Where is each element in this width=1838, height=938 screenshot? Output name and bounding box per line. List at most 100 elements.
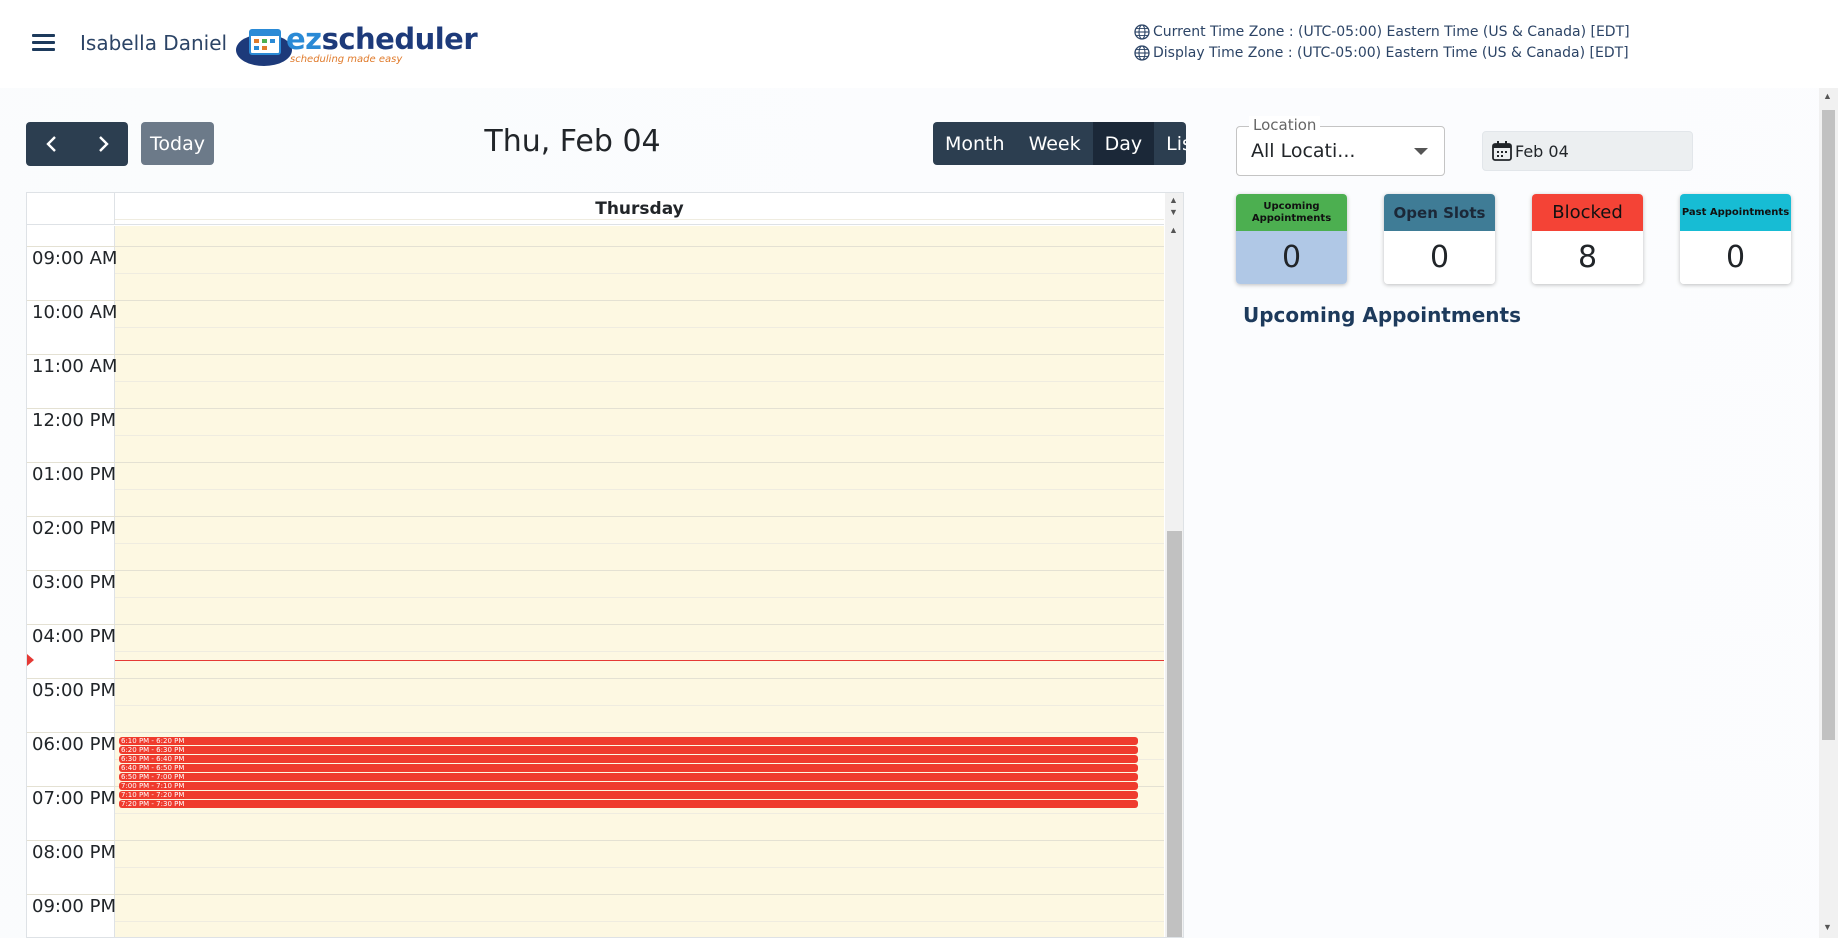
ezscheduler-logo[interactable]: ezscheduler scheduling made easy (234, 20, 478, 68)
half-hour-line (115, 651, 1164, 652)
half-hour-line (115, 867, 1164, 868)
menu-icon[interactable] (32, 34, 56, 54)
user-name: Isabella Daniel (80, 31, 228, 55)
view-week-button[interactable]: Week (1017, 122, 1093, 165)
hour-label: 02:00 PM (32, 518, 116, 539)
page-scroll-up-icon[interactable]: ▲ (1823, 91, 1832, 101)
display-timezone-text: Display Time Zone : (UTC-05:00) Eastern … (1153, 45, 1629, 61)
hour-label: 12:00 PM (32, 410, 116, 431)
upcoming-appointments-title: Upcoming Appointments (1243, 303, 1521, 327)
hour-label: 09:00 PM (32, 896, 116, 917)
half-hour-line (115, 435, 1164, 436)
hour-line (27, 570, 1164, 571)
half-hour-line (115, 381, 1164, 382)
calendar-scrollbar-thumb[interactable] (1167, 531, 1182, 937)
location-value: All Locati... (1251, 140, 1356, 162)
stat-upcoming-label: Upcoming Appointments (1236, 194, 1347, 231)
half-hour-line (115, 489, 1164, 490)
app-header: Isabella Daniel ezscheduler scheduling m… (0, 0, 1838, 88)
hour-line (27, 246, 1164, 247)
stat-past-value: 0 (1680, 231, 1791, 284)
blocked-event[interactable]: 7:20 PM - 7:30 PM (119, 800, 1138, 808)
half-hour-line (115, 543, 1164, 544)
day-column[interactable] (115, 226, 1164, 937)
view-day-button[interactable]: Day (1092, 122, 1155, 165)
blocked-event[interactable]: 6:20 PM - 6:30 PM (119, 746, 1138, 754)
blocked-event[interactable]: 6:30 PM - 6:40 PM (119, 755, 1138, 763)
scroll-up-arrow-icon[interactable]: ▲ (1169, 195, 1178, 205)
hour-line (27, 894, 1164, 895)
stat-open-slots-value: 0 (1384, 231, 1495, 284)
blocked-event[interactable]: 7:10 PM - 7:20 PM (119, 791, 1138, 799)
hour-label: 03:00 PM (32, 572, 116, 593)
calendar-header: Thursday (27, 193, 1164, 225)
today-button[interactable]: Today (141, 122, 214, 165)
view-month-button[interactable]: Month (933, 122, 1017, 165)
hour-line (27, 624, 1164, 625)
logo-prefix: ez (286, 22, 322, 56)
blocked-event[interactable]: 6:50 PM - 7:00 PM (119, 773, 1138, 781)
half-hour-line (115, 219, 1164, 220)
caret-down-icon (1414, 148, 1428, 155)
hour-line (27, 840, 1164, 841)
hour-line (27, 516, 1164, 517)
chevron-left-icon (45, 136, 56, 152)
blocked-event[interactable]: 6:10 PM - 6:20 PM (119, 737, 1138, 745)
current-time-line (115, 660, 1164, 661)
half-hour-line (115, 273, 1164, 274)
location-label: Location (1249, 116, 1321, 134)
stat-open-slots-label: Open Slots (1384, 194, 1495, 231)
blocked-event[interactable]: 6:40 PM - 6:50 PM (119, 764, 1138, 772)
page-scrollbar-thumb[interactable] (1822, 110, 1835, 740)
hour-label: 04:00 PM (32, 626, 116, 647)
blocked-event[interactable]: 7:00 PM - 7:10 PM (119, 782, 1138, 790)
calendar-date-title: Thu, Feb 04 (484, 124, 661, 159)
current-timezone: Current Time Zone : (UTC-05:00) Eastern … (1134, 24, 1630, 40)
stat-card-past[interactable]: Past Appointments 0 (1680, 194, 1791, 284)
view-switcher: Month Week Day List (933, 122, 1186, 165)
half-hour-line (115, 813, 1164, 814)
globe-icon (1134, 24, 1150, 40)
calendar-icon (1492, 141, 1512, 161)
current-time-arrow-icon (27, 654, 34, 666)
calendar-body[interactable]: 09:00 AM 10:00 AM 11:00 AM 12:00 PM 01:00 PM… (27, 219, 1164, 937)
scroll-down-arrow-icon[interactable]: ▼ (1169, 207, 1178, 217)
current-timezone-text: Current Time Zone : (UTC-05:00) Eastern … (1153, 24, 1630, 40)
hour-line (27, 678, 1164, 679)
scroll-top-arrow-icon[interactable]: ▲ (1169, 225, 1178, 235)
hour-label: 08:00 PM (32, 842, 116, 863)
prev-button[interactable] (26, 122, 77, 166)
half-hour-line (115, 597, 1164, 598)
day-column-header: Thursday (595, 199, 684, 219)
hour-line (27, 408, 1164, 409)
stat-blocked-label: Blocked (1532, 194, 1643, 231)
hour-label: 10:00 AM (32, 302, 118, 323)
date-picker[interactable]: Feb 04 (1482, 131, 1693, 171)
hour-label: 05:00 PM (32, 680, 116, 701)
page-scroll-down-icon[interactable]: ▼ (1823, 922, 1832, 932)
half-hour-line (115, 705, 1164, 706)
hour-line (27, 732, 1164, 733)
stat-card-blocked[interactable]: Blocked 8 (1532, 194, 1643, 284)
page-scrollbar[interactable]: ▲ ▼ (1819, 88, 1838, 938)
stat-upcoming-value: 0 (1236, 231, 1347, 284)
logo-tagline: scheduling made easy (290, 54, 403, 65)
stat-past-label: Past Appointments (1680, 194, 1791, 231)
half-hour-line (115, 327, 1164, 328)
calendar-scrollbar[interactable]: ▲ ▼ ▲ (1165, 193, 1183, 937)
hour-line (27, 300, 1164, 301)
hour-label: 06:00 PM (32, 734, 116, 755)
stat-blocked-value: 8 (1532, 231, 1643, 284)
stat-card-upcoming[interactable]: Upcoming Appointments 0 (1236, 194, 1347, 284)
globe-icon (1134, 45, 1150, 61)
hour-label: 01:00 PM (32, 464, 116, 485)
stat-card-open-slots[interactable]: Open Slots 0 (1384, 194, 1495, 284)
next-button[interactable] (77, 122, 128, 166)
hour-line (27, 354, 1164, 355)
hour-line (27, 462, 1164, 463)
view-list-button[interactable]: List (1154, 122, 1186, 165)
location-select[interactable]: Location All Locati... (1236, 116, 1445, 176)
half-hour-line (115, 921, 1164, 922)
hour-label: 11:00 AM (32, 356, 118, 377)
hour-label: 07:00 PM (32, 788, 116, 809)
